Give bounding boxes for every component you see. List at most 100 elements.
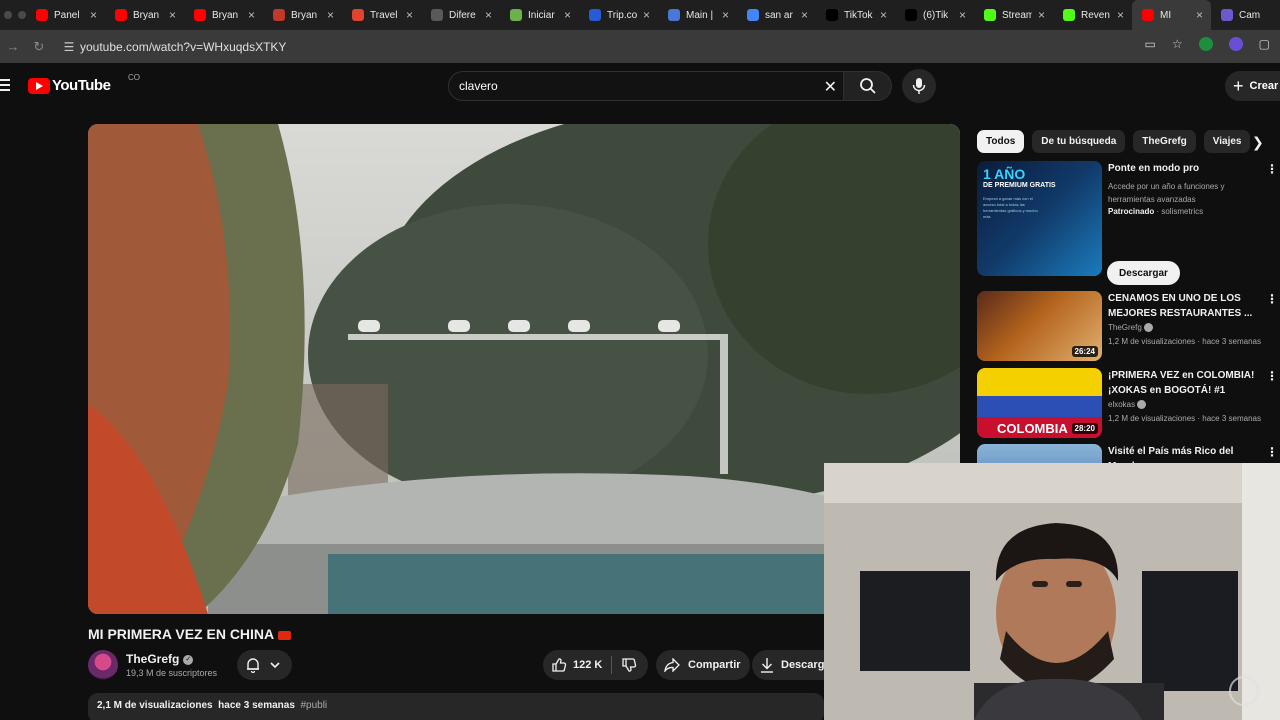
browser-tab[interactable]: Bryan × <box>263 0 342 30</box>
close-tab-icon[interactable]: × <box>327 8 334 22</box>
browser-tab[interactable]: Main | × <box>658 0 737 30</box>
close-tab-icon[interactable]: × <box>880 8 887 22</box>
channel-name-text[interactable]: TheGrefg <box>126 652 179 666</box>
menu-icon[interactable] <box>0 79 10 94</box>
close-tab-icon[interactable]: × <box>248 8 255 22</box>
rec-duration: 26:24 <box>1071 346 1098 357</box>
rec-channel[interactable]: TheGrefg <box>1108 323 1154 333</box>
rec-more-options-icon[interactable]: ⋮ <box>1266 446 1278 458</box>
close-tab-icon[interactable]: × <box>643 8 650 22</box>
search-button[interactable] <box>844 71 892 101</box>
download-icon <box>761 658 773 673</box>
bag-icon <box>510 9 522 21</box>
rec-thumbnail[interactable]: COLOMBIA 28:20 <box>977 368 1102 438</box>
extension-icon[interactable] <box>1198 37 1213 51</box>
chevron-right-icon[interactable]: ❯ <box>1252 134 1264 151</box>
clear-search-icon[interactable]: ✕ <box>824 77 837 97</box>
browser-tab[interactable]: Panel × <box>26 0 105 30</box>
ad-more-options-icon[interactable]: ⋮ <box>1266 163 1278 175</box>
ad-download-button[interactable]: Descargar <box>1107 261 1180 285</box>
rec-channel[interactable]: elxokas <box>1108 400 1147 410</box>
browser-tab[interactable]: Stream × <box>974 0 1053 30</box>
minimize-window-button[interactable] <box>18 11 26 19</box>
close-window-button[interactable] <box>4 11 12 19</box>
hashtag-link[interactable]: #publi <box>300 700 327 711</box>
sponsored-ad[interactable]: 1 AÑO DE PREMIUM GRATIS Empezá a ganar m… <box>977 161 1280 285</box>
chevron-down-icon <box>270 662 280 669</box>
country-code: CO <box>128 73 140 82</box>
tab-label: TikTok <box>844 9 873 21</box>
forward-button[interactable]: → <box>0 39 26 54</box>
chip-viajes[interactable]: Viajes <box>1203 130 1251 153</box>
chip-de-tu-busqueda[interactable]: De tu búsqueda <box>1032 130 1126 153</box>
close-tab-icon[interactable]: × <box>722 8 729 22</box>
bookmark-star-icon[interactable]: ☆ <box>1172 37 1183 51</box>
cast-icon[interactable]: ▭ <box>1145 37 1156 51</box>
close-tab-icon[interactable]: × <box>801 8 808 22</box>
recommendation-item[interactable]: COLOMBIA 28:20 ¡PRIMERA VEZ en COLOMBIA!… <box>977 368 1280 440</box>
omnibox[interactable]: ☰ youtube.com/watch?v=WHxuqdsXTKY <box>58 34 1118 59</box>
reload-button[interactable]: ↻ <box>26 39 52 55</box>
thumbs-down-icon[interactable] <box>621 657 637 673</box>
url-text[interactable]: youtube.com/watch?v=WHxuqdsXTKY <box>80 40 286 54</box>
ad-thumbnail[interactable]: 1 AÑO DE PREMIUM GRATIS Empezá a ganar m… <box>977 161 1102 276</box>
recommendation-item[interactable]: 26:24 CENAMOS EN UNO DE LOS MEJORES REST… <box>977 291 1280 363</box>
rec-thumbnail[interactable]: 26:24 <box>977 291 1102 361</box>
ad-title[interactable]: Ponte en modo pro <box>1108 163 1199 174</box>
browser-tab[interactable]: Travel × <box>342 0 421 30</box>
voice-search-button[interactable] <box>902 69 936 103</box>
close-tab-icon[interactable]: × <box>959 8 966 22</box>
close-tab-icon[interactable]: × <box>1117 8 1124 22</box>
chip-todos[interactable]: Todos <box>977 130 1025 153</box>
site-settings-icon[interactable]: ☰ <box>58 40 80 54</box>
verified-icon <box>1137 400 1147 410</box>
close-tab-icon[interactable]: × <box>485 8 492 22</box>
search-query[interactable]: clavero <box>459 79 498 93</box>
description-box[interactable]: 2,1 M de visualizaciones hace 3 semanas … <box>88 693 824 720</box>
youtube-logo[interactable]: YouTube CO <box>28 73 140 94</box>
close-tab-icon[interactable]: × <box>1196 8 1203 22</box>
channel-name[interactable]: TheGrefg ✓ <box>126 652 194 666</box>
share-button[interactable]: Compartir <box>656 650 750 680</box>
close-tab-icon[interactable]: × <box>406 8 413 22</box>
close-tab-icon[interactable]: × <box>564 8 571 22</box>
rec-title[interactable]: CENAMOS EN UNO DE LOS MEJORES RESTAURANT… <box>1108 291 1263 321</box>
like-divider <box>611 656 612 674</box>
browser-tab[interactable]: Iniciar × <box>500 0 579 30</box>
browser-tab[interactable]: Trip.co × <box>579 0 658 30</box>
channel-avatar[interactable] <box>88 650 118 680</box>
webcam-frame <box>824 463 1280 720</box>
browser-tab[interactable]: san ar × <box>737 0 816 30</box>
browser-tab[interactable]: (6)Tik × <box>895 0 974 30</box>
side-panel-icon[interactable]: ▢ <box>1259 37 1270 51</box>
notifications-button[interactable] <box>237 650 292 680</box>
browser-tab[interactable]: Cam <box>1211 0 1280 30</box>
rec-more-options-icon[interactable]: ⋮ <box>1266 370 1278 382</box>
chip-thegrefg[interactable]: TheGrefg <box>1133 130 1196 153</box>
like-dislike-group: 122 K <box>543 650 648 680</box>
rec-title[interactable]: ¡PRIMERA VEZ en COLOMBIA! ¡XOKAS en BOGO… <box>1108 368 1263 398</box>
close-tab-icon[interactable]: × <box>90 8 97 22</box>
rec-more-options-icon[interactable]: ⋮ <box>1266 293 1278 305</box>
browser-tab[interactable]: Bryan × <box>105 0 184 30</box>
tab-label: Iniciar <box>528 9 555 21</box>
create-button[interactable]: + Crear <box>1225 71 1280 101</box>
share-icon <box>664 658 680 672</box>
search-input[interactable]: clavero ✕ <box>448 71 844 101</box>
rec-duration: 28:20 <box>1071 423 1098 434</box>
close-tab-icon[interactable]: × <box>1038 8 1045 22</box>
rec-channel-text[interactable]: TheGrefg <box>1108 323 1142 332</box>
tab-list: Panel × Bryan × Bryan × Bryan × Travel × Difere × In… <box>26 0 1280 30</box>
browser-tab[interactable]: Bryan × <box>184 0 263 30</box>
browser-tab[interactable]: TikTok × <box>816 0 895 30</box>
microphone-icon <box>912 78 926 94</box>
thumbs-up-icon[interactable] <box>551 657 567 673</box>
browser-tab[interactable]: MI × <box>1132 0 1211 30</box>
like-count[interactable]: 122 K <box>573 659 602 671</box>
view-count: 2,1 M de visualizaciones <box>97 700 213 711</box>
profile-avatar[interactable] <box>1228 37 1243 51</box>
rec-channel-text[interactable]: elxokas <box>1108 400 1135 409</box>
close-tab-icon[interactable]: × <box>169 8 176 22</box>
browser-tab[interactable]: Reven × <box>1053 0 1132 30</box>
browser-tab[interactable]: Difere × <box>421 0 500 30</box>
